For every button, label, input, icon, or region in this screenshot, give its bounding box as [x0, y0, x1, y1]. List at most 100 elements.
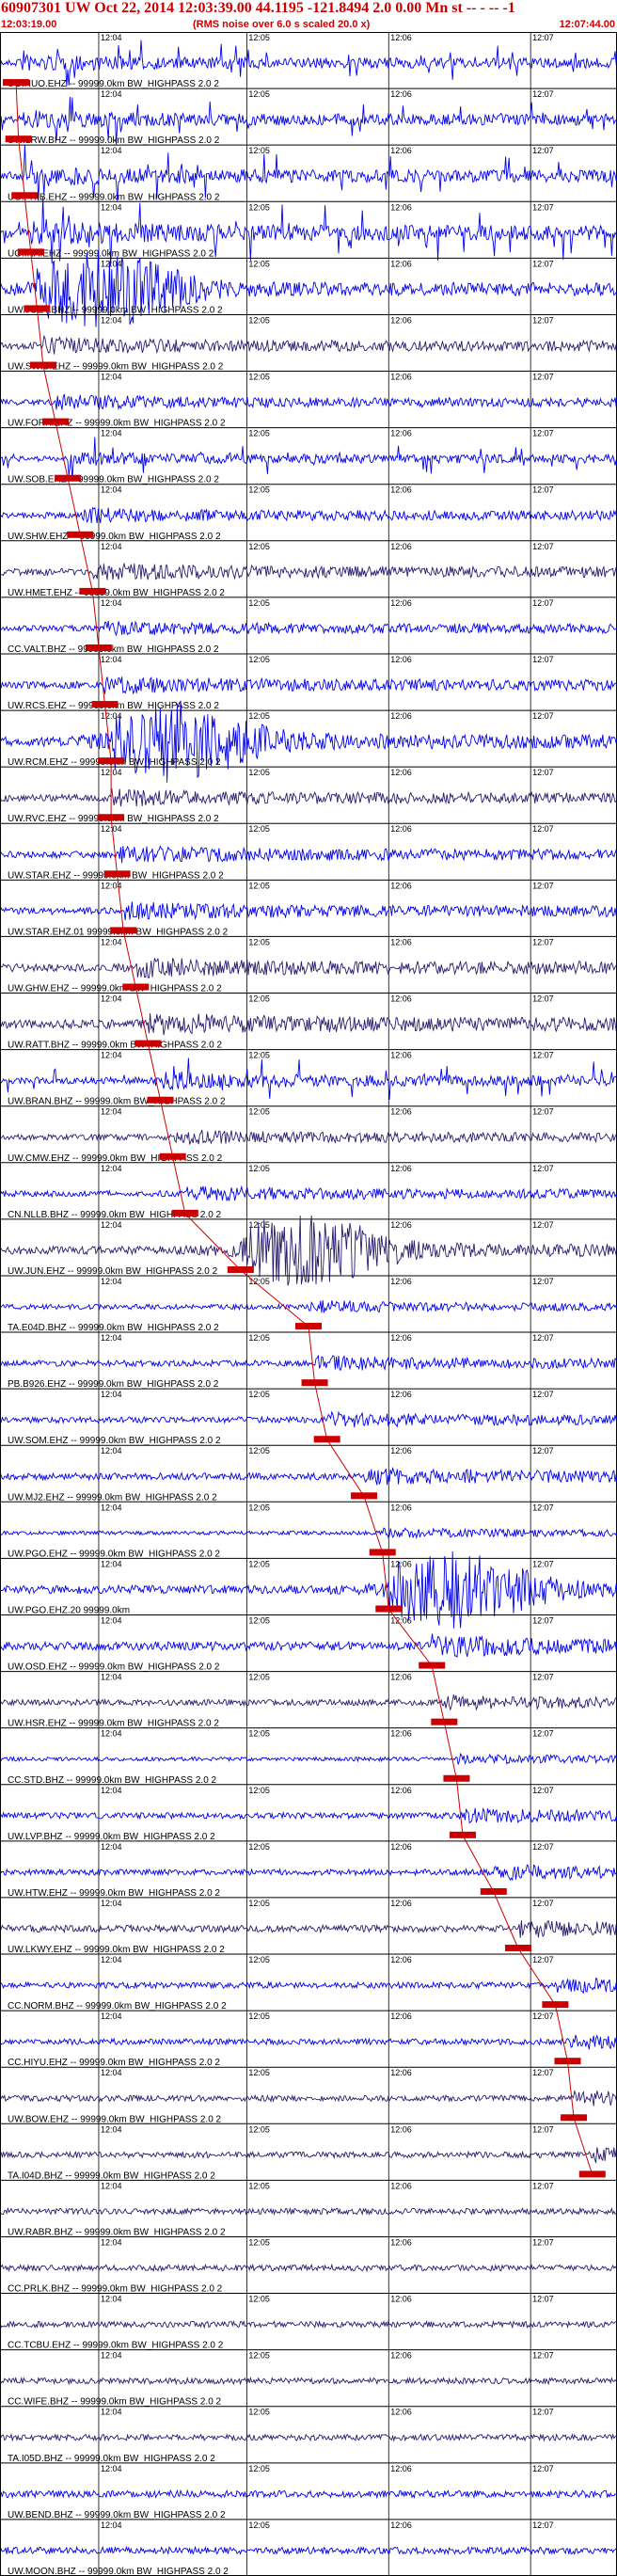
time-tick-label: 12:07 [532, 1615, 554, 1625]
time-tick-label: 12:05 [248, 1277, 270, 1286]
time-tick-label: 12:07 [532, 824, 554, 834]
time-tick-label: 12:05 [248, 1842, 270, 1852]
time-tick-label: 12:07 [532, 429, 554, 438]
trace-panel: 12:04 12:05 12:06 12:07 UW.CMW.EHZ -- 99999.… [0, 1105, 617, 1164]
trace-panel: 12:04 12:05 12:06 12:07 UW.SHW.EHZ -- 99999.… [0, 484, 617, 542]
time-tick-label: 12:05 [248, 2124, 270, 2134]
trace-panel: 12:04 12:05 12:06 12:07 UW.HSR.EHZ -- 99999.… [0, 1671, 617, 1729]
station-label: UW.RATT.BHZ -- 99999.0km BW_HIGHPASS 2.0… [8, 1041, 222, 1051]
time-tick-label: 12:05 [248, 711, 270, 721]
time-tick-label: 12:04 [101, 1277, 122, 1286]
trace-panel: 12:04 12:05 12:06 12:07 PB.B926.EHZ -- 99999… [0, 1331, 617, 1390]
station-label: UW.HMET.EHZ -- 99999.0km BW_HIGHPASS 2.0… [8, 588, 225, 598]
time-tick-label: 12:06 [390, 2351, 412, 2361]
time-tick-label: 12:04 [101, 1333, 122, 1343]
time-tick-label: 12:07 [532, 2464, 554, 2473]
time-tick-label: 12:05 [248, 429, 270, 438]
time-tick-label: 12:07 [532, 1446, 554, 1455]
station-label: CC.TCBU.EHZ -- 99999.0km BW_HIGHPASS 2.0… [8, 2341, 224, 2351]
trace-panel: 12:04 12:05 12:06 12:07 UO.FRIB.EHZ -- 99999… [0, 144, 617, 202]
waveform [0, 1129, 617, 1145]
trace-panel: 12:04 12:05 12:06 12:07 CC.NORM.BHZ -- 99999… [0, 1953, 617, 2012]
waveform [0, 1807, 617, 1824]
station-label: UW.BOW.EHZ -- 99999.0km BW_HIGHPASS 2.0 … [8, 2114, 222, 2124]
station-label: UW.PGO.EHZ -- 99999.0km BW_HIGHPASS 2.0 … [8, 1549, 220, 1559]
time-tick-label: 12:07 [532, 202, 554, 212]
time-tick-label: 12:07 [532, 937, 554, 946]
time-tick-label: 12:06 [390, 2012, 412, 2021]
time-tick-label: 12:04 [101, 1503, 122, 1512]
time-tick-label: 12:07 [532, 2295, 554, 2304]
time-tick-label: 12:07 [532, 1220, 554, 1230]
time-tick-label: 12:05 [248, 1899, 270, 1908]
time-tick-label: 12:07 [532, 711, 554, 721]
time-tick-label: 12:05 [248, 542, 270, 551]
time-tick-label: 12:04 [101, 2237, 122, 2247]
time-tick-label: 12:06 [390, 598, 412, 608]
time-tick-label: 12:05 [248, 1051, 270, 1060]
time-tick-label: 12:04 [101, 2464, 122, 2473]
time-tick-label: 12:06 [390, 33, 412, 42]
trace-panel: 12:04 12:05 12:06 12:07 UW.RABR.BHZ -- 99999… [0, 2179, 617, 2237]
time-tick-label: 12:04 [101, 259, 122, 268]
station-label: UW.BRAN.BHZ -- 99999.0km BW_HIGHPASS 2.0… [8, 1097, 226, 1107]
time-tick-label: 12:06 [390, 542, 412, 551]
time-tick-label: 12:07 [532, 2124, 554, 2134]
time-tick-label: 12:07 [532, 655, 554, 664]
waveform [0, 1410, 617, 1428]
time-tick-label: 12:07 [532, 542, 554, 551]
time-tick-label: 12:05 [248, 1446, 270, 1455]
time-tick-label: 12:06 [390, 315, 412, 325]
time-tick-label: 12:04 [101, 1615, 122, 1625]
time-tick-label: 12:06 [390, 2408, 412, 2417]
time-tick-label: 12:04 [101, 2351, 122, 2361]
time-tick-label: 12:06 [390, 994, 412, 1004]
time-tick-label: 12:06 [390, 146, 412, 155]
time-tick-label: 12:04 [101, 2295, 122, 2304]
time-tick-label: 12:04 [101, 2012, 122, 2021]
time-tick-label: 12:07 [532, 1164, 554, 1173]
trace-panel: 12:04 12:05 12:06 12:07 UW.LRW.BHZ -- 99999.… [0, 87, 617, 146]
waveform [0, 1527, 617, 1540]
time-tick-label: 12:04 [101, 655, 122, 664]
time-tick-label: 12:06 [390, 1615, 412, 1625]
time-tick-label: 12:06 [390, 2295, 412, 2304]
trace-panel: 12:04 12:05 12:06 12:07 UO.HUO.EHZ -- 99999.… [0, 32, 617, 89]
time-tick-label: 12:04 [101, 1107, 122, 1117]
station-label: CC.HIYU.EHZ -- 99999.0km BW_HIGHPASS 2.0… [8, 2058, 220, 2068]
waveform [0, 1694, 617, 1711]
time-tick-label: 12:05 [248, 1220, 270, 1230]
station-label: CC.STD.BHZ -- 99999.0km BW_HIGHPASS 2.0 … [8, 1775, 217, 1786]
waveform [0, 1057, 617, 1100]
waveform [0, 2147, 617, 2163]
time-tick-label: 12:06 [390, 655, 412, 664]
time-tick-label: 12:07 [532, 1559, 554, 1568]
time-tick-label: 12:07 [532, 1673, 554, 1682]
waveform [0, 901, 617, 921]
time-tick-label: 12:05 [248, 1786, 270, 1795]
time-tick-label: 12:07 [532, 2237, 554, 2247]
time-tick-label: 12:05 [248, 1729, 270, 1739]
time-tick-label: 12:04 [101, 937, 122, 946]
time-tick-label: 12:07 [532, 33, 554, 42]
time-tick-label: 12:04 [101, 711, 122, 721]
time-tick-label: 12:05 [248, 1333, 270, 1343]
time-tick-label: 12:05 [248, 1390, 270, 1399]
time-tick-label: 12:07 [532, 485, 554, 495]
time-tick-label: 12:04 [101, 202, 122, 212]
time-tick-label: 12:05 [248, 1615, 270, 1625]
waveform [0, 1012, 617, 1036]
trace-panel: 12:04 12:05 12:06 12:07 CC.WIFE.BHZ -- 99999… [0, 2349, 617, 2408]
time-tick-label: 12:06 [390, 937, 412, 946]
time-tick-label: 12:05 [248, 485, 270, 495]
trace-panel: 12:04 12:05 12:06 12:07 TA.I05D.BHZ -- 99999… [0, 2406, 617, 2464]
trace-panel: 12:04 12:05 12:06 12:07 CC.HIYU.EHZ -- 99999… [0, 2010, 617, 2068]
station-label: UW.GHW.EHZ -- 99999.0km BW_HIGHPASS 2.0 … [8, 984, 222, 994]
time-tick-label: 12:04 [101, 146, 122, 155]
waveform [0, 2090, 617, 2107]
trace-panel: 12:04 12:05 12:06 12:07UW.JOEY.BHZ -- 99999… [0, 249, 617, 327]
time-tick-label: 12:05 [248, 937, 270, 946]
time-tick-label: 12:07 [532, 1503, 554, 1512]
station-label: TA.I04D.BHZ -- 99999.0km BW_HIGHPASS 2.0… [8, 2171, 215, 2181]
time-tick-label: 12:07 [532, 315, 554, 325]
